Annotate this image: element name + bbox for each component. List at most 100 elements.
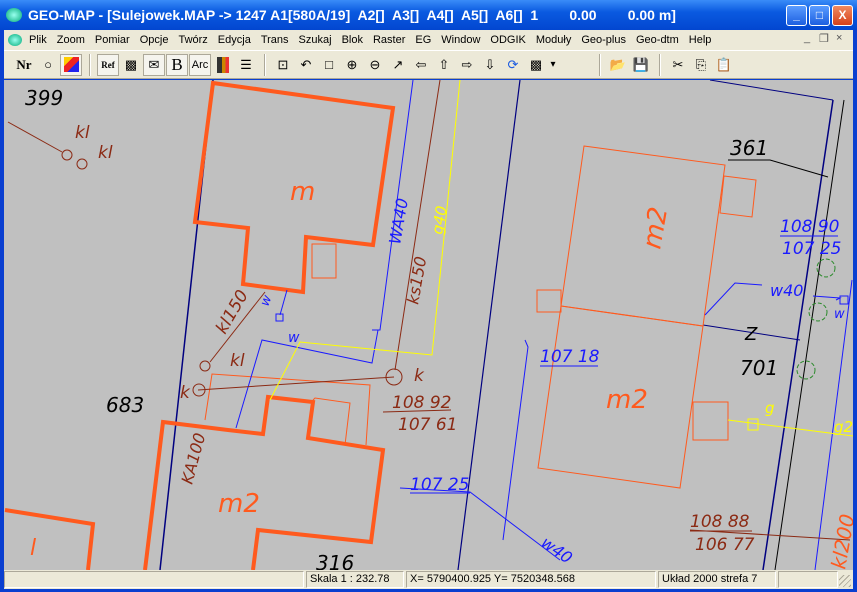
menu-bar: Plik Zoom Pomiar Opcje Twórz Edycja Tran…: [4, 30, 853, 50]
resize-grip-icon[interactable]: [839, 575, 851, 587]
status-coordinate-system: Układ 2000 strefa 7: [658, 571, 776, 588]
menu-window[interactable]: Window: [436, 34, 485, 46]
water-line: [502, 339, 529, 541]
water-line: [399, 487, 561, 561]
menu-opcje[interactable]: Opcje: [135, 34, 174, 46]
map-label: k: [180, 383, 191, 403]
pan-down-button[interactable]: ⇩: [479, 54, 501, 76]
parcel-number: 361: [730, 136, 768, 160]
maximize-button[interactable]: □: [809, 5, 830, 26]
building-annex: [692, 401, 729, 441]
status-scale: Skala 1 : 232.78: [306, 571, 404, 588]
refresh-button[interactable]: ⟳: [502, 54, 524, 76]
menu-edycja[interactable]: Edycja: [213, 34, 256, 46]
tools-icon[interactable]: [212, 54, 234, 76]
window-title: GEO-MAP - [Sulejowek.MAP -> 1247 A1[580A…: [28, 7, 676, 23]
pan-up-button[interactable]: ⇧: [433, 54, 455, 76]
building-label: m2: [218, 489, 260, 519]
numbers-button[interactable]: Nr: [12, 54, 36, 76]
parcel-number: 316: [316, 551, 354, 570]
menu-pomiar[interactable]: Pomiar: [90, 34, 135, 46]
menu-eg[interactable]: EG: [410, 34, 436, 46]
building-annex: [311, 243, 337, 279]
gas-line-label: g: [765, 399, 775, 417]
status-panel-empty: [4, 571, 304, 588]
map-label: k: [414, 366, 425, 386]
pan-left-button[interactable]: ⇦: [410, 54, 432, 76]
manhole-symbol: [199, 360, 211, 372]
separator: [659, 53, 661, 76]
map-label: w: [258, 293, 276, 308]
gas-line: [269, 80, 461, 401]
parcel-number: 701: [740, 356, 778, 380]
close-button[interactable]: X: [832, 5, 853, 26]
height-top: 108 92: [392, 393, 451, 413]
menu-szukaj[interactable]: Szukaj: [294, 34, 337, 46]
menu-zoom[interactable]: Zoom: [52, 34, 90, 46]
arc-button[interactable]: Arc: [189, 53, 211, 76]
water-valve: [275, 313, 284, 322]
menu-raster[interactable]: Raster: [368, 34, 410, 46]
label-leader: [728, 159, 829, 178]
height-bottom: 107 61: [398, 415, 457, 435]
title-bar: GEO-MAP - [Sulejowek.MAP -> 1247 A1[580A…: [0, 0, 857, 30]
building-label: m: [290, 177, 315, 207]
height-label: 107 18: [540, 347, 600, 367]
mdi-minimize-button[interactable]: _: [804, 32, 810, 44]
map-label: kl: [230, 351, 245, 371]
map-canvas[interactable]: 399 kl kl m WA40 ks150 g40 kl150 w w kl …: [4, 80, 853, 570]
menu-help[interactable]: Help: [684, 34, 717, 46]
height-top: 108 88: [690, 512, 750, 532]
copy-button[interactable]: ⎘: [690, 54, 712, 76]
separator: [264, 53, 266, 76]
map-label: kl: [75, 123, 90, 143]
status-panel-empty: [778, 571, 838, 588]
map-label: Z: [744, 324, 758, 345]
pattern-dropdown[interactable]: ▾: [548, 54, 558, 76]
save-button[interactable]: 💾: [630, 54, 652, 76]
gas-valve: [747, 418, 759, 431]
minimize-button[interactable]: _: [786, 5, 807, 26]
zoom-out-button[interactable]: ⊖: [364, 54, 386, 76]
pan-right-button[interactable]: ⇨: [456, 54, 478, 76]
menu-trans[interactable]: Trans: [256, 34, 294, 46]
paste-button[interactable]: 📋: [713, 54, 735, 76]
building-annex: [536, 289, 562, 313]
mdi-close-button[interactable]: ×: [836, 32, 842, 44]
open-button[interactable]: 📂: [607, 54, 629, 76]
zoom-window-button[interactable]: □: [318, 54, 340, 76]
pattern-button[interactable]: ▩: [525, 54, 547, 76]
menu-geo-plus[interactable]: Geo-plus: [576, 34, 631, 46]
app-globe-icon: [6, 8, 22, 22]
bold-button[interactable]: B: [166, 53, 188, 76]
menu-odgik[interactable]: ODGIK: [485, 34, 530, 46]
menu-tworz[interactable]: Twórz: [173, 34, 212, 46]
layers-button[interactable]: ☰: [235, 54, 257, 76]
pointer-button[interactable]: ↗: [387, 54, 409, 76]
height-label: 107 25: [410, 475, 469, 495]
zoom-all-button[interactable]: ⊡: [272, 54, 294, 76]
envelope-button[interactable]: ✉: [143, 53, 165, 76]
ref-button[interactable]: Ref: [97, 53, 119, 76]
tree-symbol: [808, 302, 828, 322]
map-label: kl: [98, 143, 113, 163]
menu-plik[interactable]: Plik: [24, 34, 52, 46]
zoom-previous-button[interactable]: ↶: [295, 54, 317, 76]
menu-geo-dtm[interactable]: Geo-dtm: [631, 34, 684, 46]
map-drawing[interactable]: 399 kl kl m WA40 ks150 g40 kl150 w w kl …: [4, 80, 853, 570]
water-line: [704, 282, 763, 316]
zoom-in-button[interactable]: ⊕: [341, 54, 363, 76]
mdi-restore-button[interactable]: ❐: [819, 32, 829, 45]
cut-button[interactable]: ✂: [667, 54, 689, 76]
checker-button[interactable]: ▩: [120, 54, 142, 76]
color-fill-button[interactable]: [60, 53, 82, 76]
map-label: w: [834, 307, 845, 322]
separator: [599, 53, 601, 76]
sewer-line-label: kl150: [212, 287, 253, 338]
menu-blok[interactable]: Blok: [337, 34, 368, 46]
sewer-line-label: kl200: [826, 512, 853, 570]
building-annex: [204, 373, 371, 446]
menu-moduly[interactable]: Moduły: [531, 34, 576, 46]
circle-button[interactable]: ○: [37, 54, 59, 76]
water-line-label: w40: [770, 281, 803, 300]
